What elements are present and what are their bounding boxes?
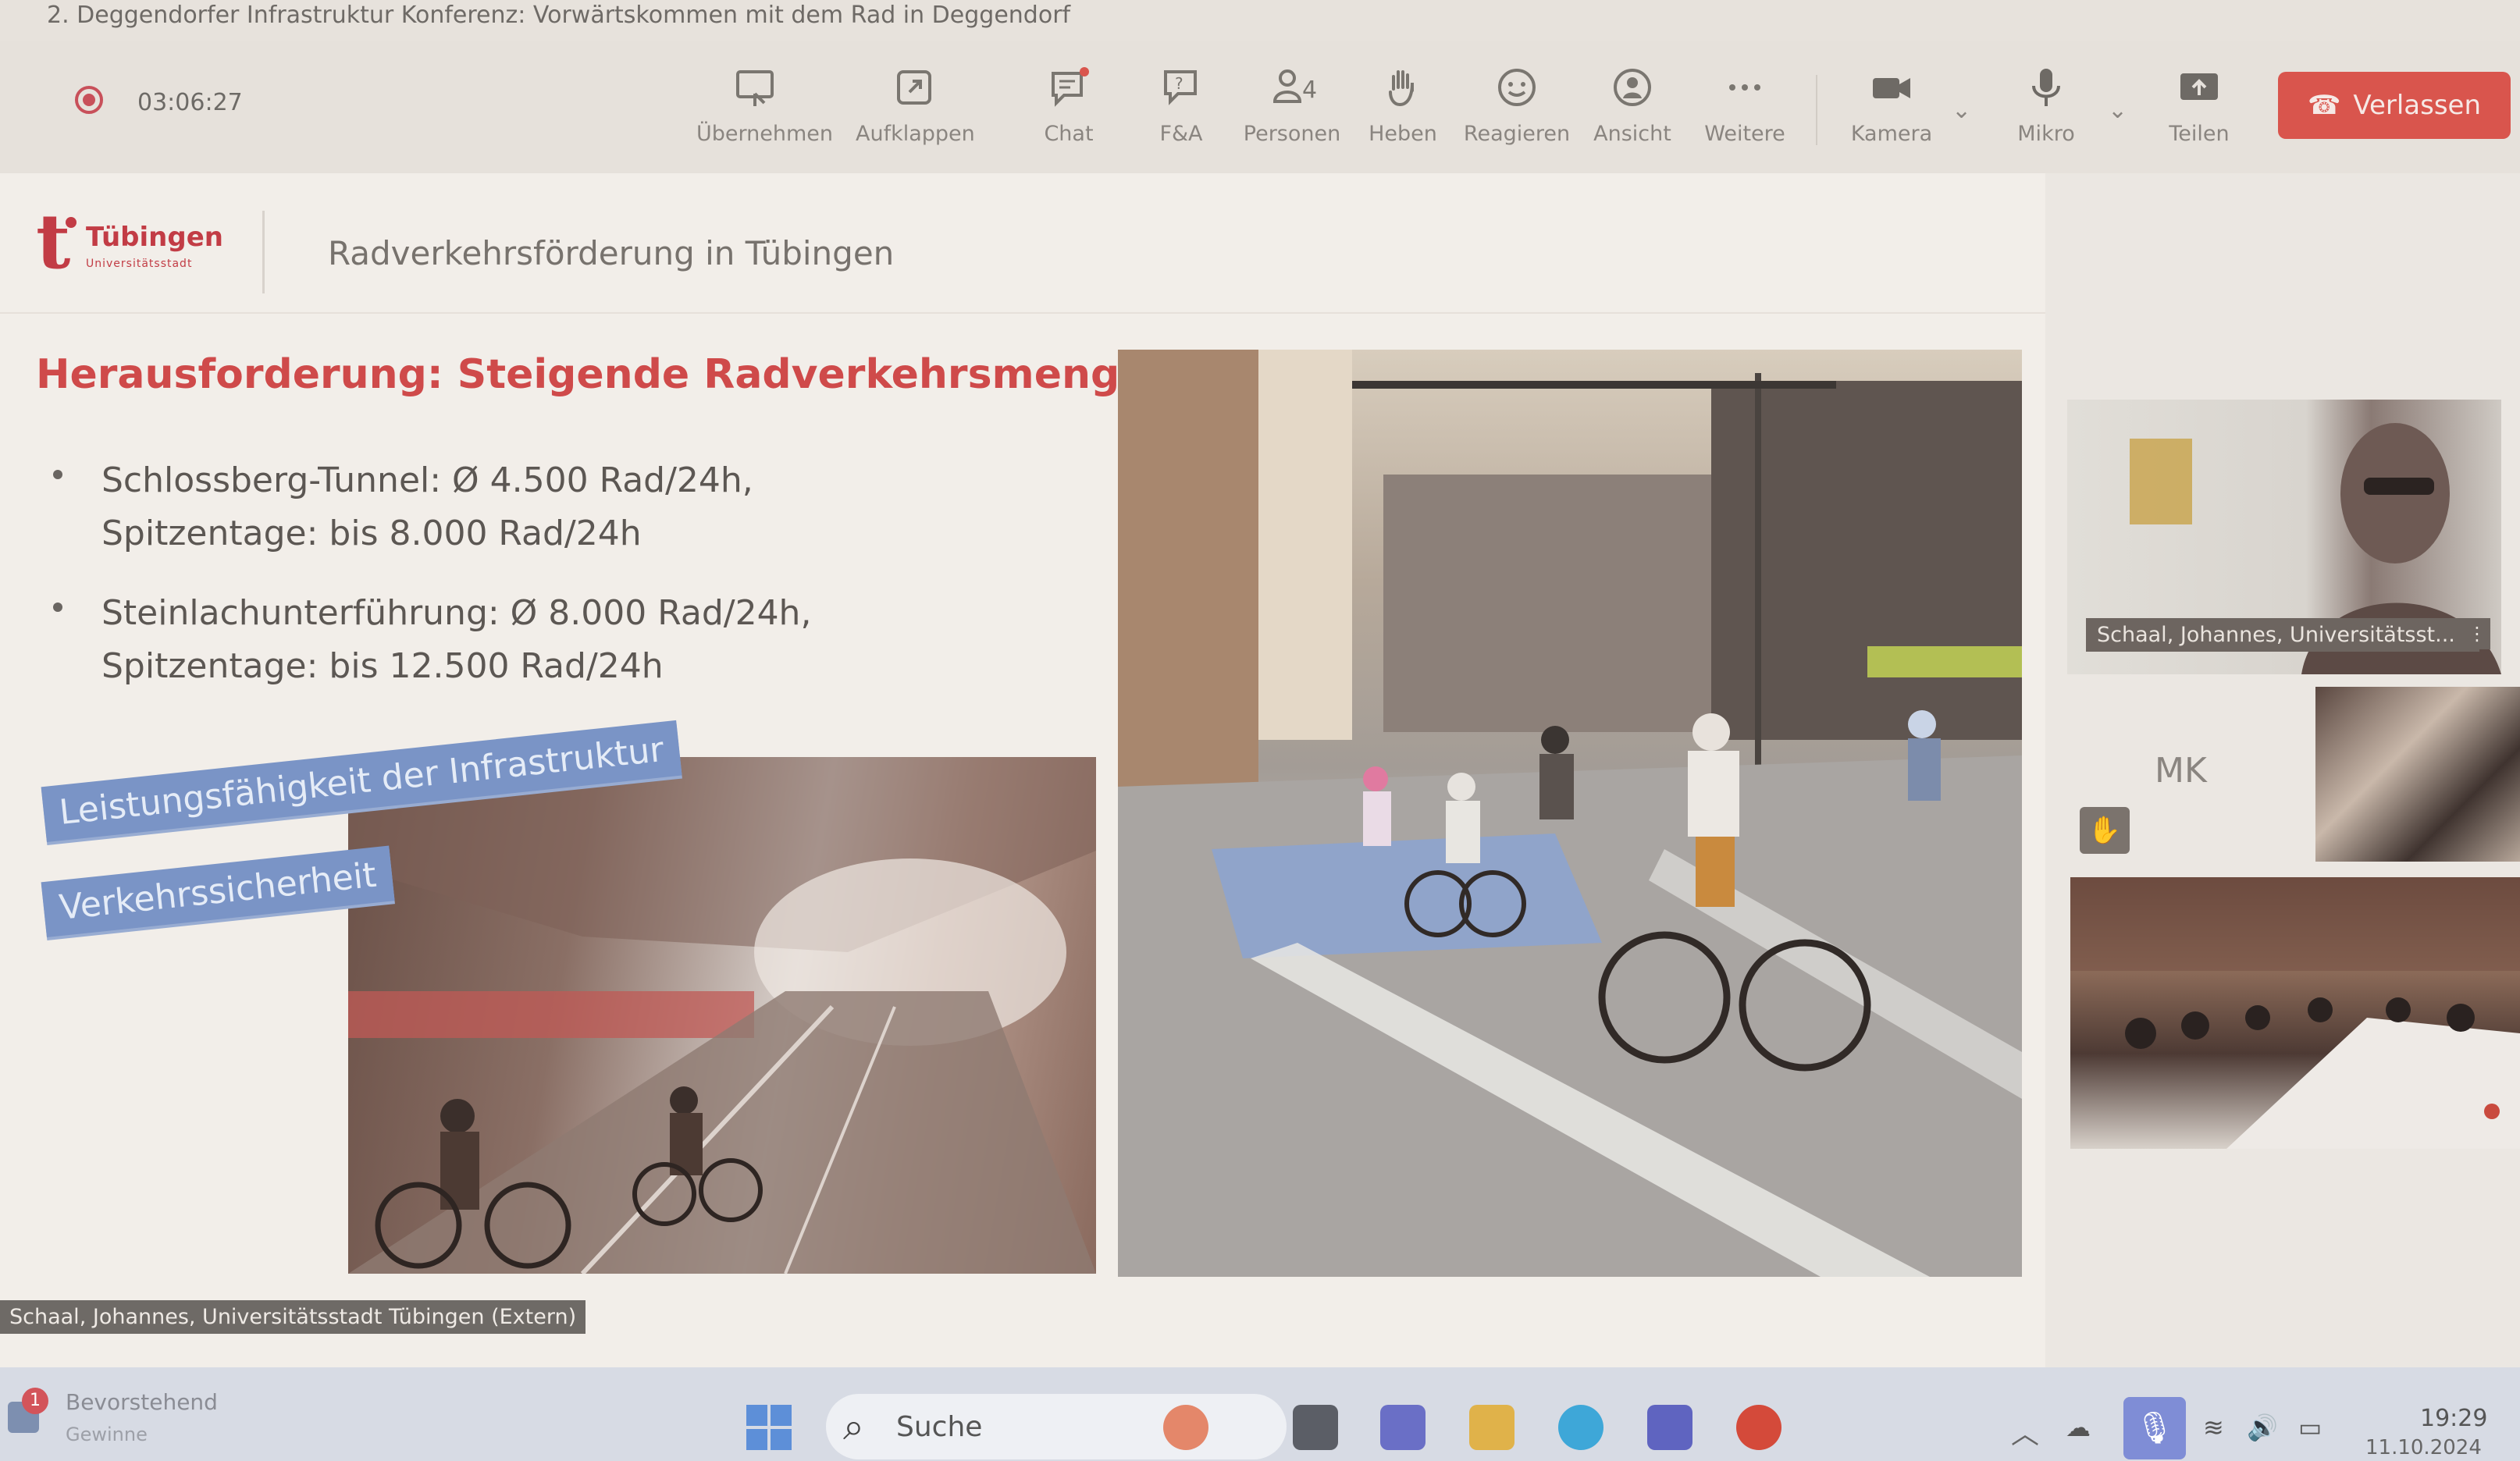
- view-label: Ansicht: [1593, 122, 1671, 146]
- tray-microphone-icon[interactable]: 🎙: [2123, 1397, 2186, 1459]
- wifi-icon[interactable]: ≋: [2203, 1413, 2224, 1442]
- task-view-icon[interactable]: [1293, 1405, 1338, 1450]
- reaction-icon: [1495, 66, 1539, 109]
- share-button[interactable]: Teilen: [2141, 66, 2258, 159]
- popout-icon: [892, 66, 936, 109]
- microphone-button[interactable]: Mikro: [1988, 66, 2105, 159]
- react-button[interactable]: Reagieren: [1458, 66, 1575, 159]
- participant-initials: MK: [2155, 751, 2207, 791]
- clock-time[interactable]: 19:29: [2420, 1405, 2487, 1432]
- toolbar-divider: [1816, 75, 1817, 145]
- start-button[interactable]: [746, 1405, 793, 1452]
- chat-icon: [1047, 66, 1091, 109]
- more-button[interactable]: Weitere: [1686, 66, 1803, 159]
- tuebingen-logo-dot: [66, 217, 77, 228]
- people-button[interactable]: Personen: [1233, 66, 1351, 159]
- bullet-1-line-2: Spitzentage: bis 8.000 Rad/24h: [101, 514, 642, 553]
- camera-options-chevron-icon[interactable]: ⌄: [1952, 97, 1971, 124]
- street-cycling-photo: [1118, 350, 2022, 1277]
- qa-button[interactable]: ? F&A: [1123, 66, 1240, 159]
- share-icon: [2177, 66, 2221, 109]
- microphone-icon: [2024, 66, 2068, 109]
- popout-label: Aufklappen: [856, 122, 975, 146]
- microphone-label: Mikro: [2017, 122, 2075, 146]
- more-icon: [1723, 66, 1767, 109]
- qa-icon: ?: [1159, 66, 1203, 109]
- taskbar-search-box[interactable]: [826, 1394, 1287, 1459]
- raise-hand-label: Heben: [1369, 122, 1437, 146]
- search-icon: ⌕: [843, 1405, 864, 1449]
- raised-hand-icon: ✋: [2080, 807, 2130, 854]
- slide-heading: Herausforderung: Steigende Radverkehrsme…: [36, 351, 1176, 398]
- camera-button[interactable]: Kamera: [1833, 66, 1950, 159]
- camera-icon: [1870, 66, 1913, 109]
- teams-chat-icon[interactable]: [1380, 1405, 1426, 1450]
- header-rule: [0, 312, 2045, 314]
- chat-label: Chat: [1044, 122, 1094, 146]
- share-label: Teilen: [2169, 122, 2230, 146]
- recording-dot: [83, 94, 95, 106]
- speaker-options-icon[interactable]: ⋮: [2464, 618, 2490, 649]
- search-placeholder: Suche: [896, 1411, 983, 1443]
- leave-button[interactable]: ☎ Verlassen: [2278, 72, 2511, 139]
- widget-title[interactable]: Bevorstehend: [66, 1389, 218, 1415]
- raise-hand-button[interactable]: Heben: [1344, 66, 1461, 159]
- battery-icon[interactable]: ▭: [2298, 1413, 2322, 1442]
- react-label: Reagieren: [1463, 122, 1571, 146]
- camera-label: Kamera: [1850, 122, 1933, 146]
- header-divider: [262, 211, 265, 293]
- clock-date[interactable]: 11.10.2024: [2365, 1436, 2482, 1459]
- presenter-name-label: Schaal, Johannes, Universitätsstadt Tübi…: [0, 1300, 586, 1334]
- more-label: Weitere: [1704, 122, 1785, 146]
- search-highlight-icon[interactable]: [1163, 1405, 1208, 1450]
- conference-room-video-tile[interactable]: [2070, 877, 2520, 1149]
- notification-badge: 1: [22, 1388, 48, 1414]
- chat-button[interactable]: Chat: [1010, 66, 1127, 159]
- leave-label: Verlassen: [2353, 90, 2482, 121]
- meeting-timer: 03:06:27: [137, 89, 243, 116]
- bullet-2-line-1: Steinlachunterführung: Ø 8.000 Rad/24h,: [101, 593, 812, 633]
- tuebingen-logo-mark: t: [36, 197, 71, 286]
- people-label: Personen: [1243, 122, 1341, 146]
- tray-chevron-up-icon[interactable]: ︿: [2011, 1411, 2039, 1452]
- teams-app-icon[interactable]: [1647, 1405, 1692, 1450]
- logo-name: Tübingen: [86, 222, 223, 253]
- qa-label: F&A: [1159, 122, 1203, 146]
- popout-button[interactable]: Aufklappen: [856, 66, 975, 159]
- speaker-name-label: Schaal, Johannes, Universitätsst...: [2086, 618, 2479, 652]
- svg-text:?: ?: [1175, 74, 1183, 93]
- widget-subtitle: Gewinne: [66, 1424, 148, 1445]
- view-button[interactable]: Ansicht: [1574, 66, 1691, 159]
- microphone-options-chevron-icon[interactable]: ⌄: [2108, 97, 2127, 124]
- onedrive-icon[interactable]: ☁: [2066, 1413, 2091, 1442]
- room-video-tile[interactable]: [2315, 687, 2520, 862]
- powerpoint-icon[interactable]: [1736, 1405, 1781, 1450]
- logo-subtitle: Universitätsstadt: [86, 258, 193, 270]
- bullet-marker: [53, 603, 62, 612]
- file-explorer-icon[interactable]: [1469, 1405, 1514, 1450]
- phone-hangup-icon: ☎: [2307, 90, 2341, 121]
- window-title: 2. Deggendorfer Infrastruktur Konferenz:…: [47, 2, 1071, 29]
- bullet-1-line-1: Schlossberg-Tunnel: Ø 4.500 Rad/24h,: [101, 460, 753, 500]
- people-count: 4: [1302, 76, 1318, 104]
- view-icon: [1611, 66, 1654, 109]
- share-screen-button[interactable]: Übernehmen: [696, 66, 833, 159]
- raise-hand-icon: [1381, 66, 1425, 109]
- speaker-icon[interactable]: 🔊: [2247, 1413, 2278, 1442]
- share-screen-label: Übernehmen: [696, 122, 833, 146]
- bullet-marker: [53, 470, 62, 479]
- share-screen-icon: [733, 66, 777, 109]
- slide-header: Radverkehrsförderung in Tübingen: [328, 234, 895, 272]
- edge-browser-icon[interactable]: [1558, 1405, 1603, 1450]
- tunnel-photo: [348, 757, 1096, 1274]
- bullet-2-line-2: Spitzentage: bis 12.500 Rad/24h: [101, 646, 664, 686]
